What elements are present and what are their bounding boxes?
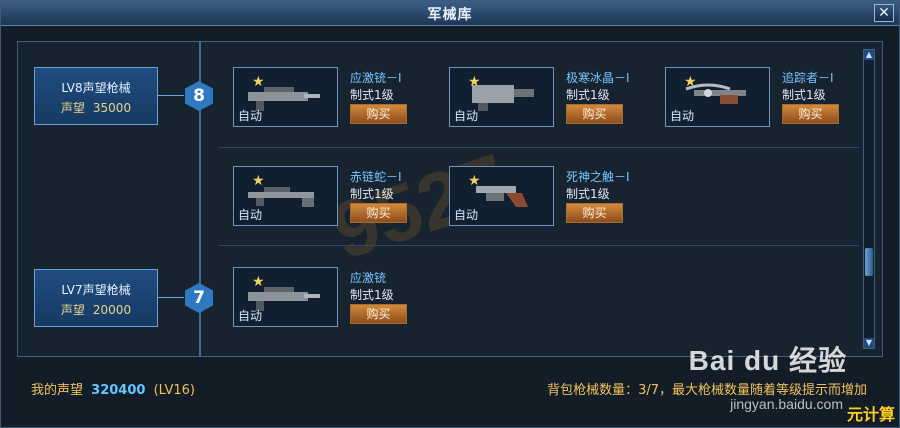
scroll-down-icon[interactable]: ▼ xyxy=(864,338,874,348)
rank-title: LV8声望枪械 xyxy=(61,81,131,95)
corner-logo: 元计算 xyxy=(846,405,895,424)
connector-line xyxy=(158,297,184,298)
rank-box-lv8: LV8声望枪械 声望 35000 xyxy=(34,67,158,125)
rank-reputation: 声望 35000 xyxy=(60,101,132,115)
rank-title: LV7声望枪械 xyxy=(61,283,131,297)
my-level: (LV16) xyxy=(153,383,195,398)
weapon-thumbnail[interactable]: ★ 自动 xyxy=(233,67,338,127)
vertical-scrollbar[interactable]: ▲ ▼ xyxy=(863,49,875,349)
weapon-name: 应激铳 xyxy=(350,271,387,285)
weapon-rank: 制式1级 xyxy=(350,288,394,302)
baidu-url-watermark: jingyan.baidu.com xyxy=(730,396,843,412)
auto-badge: 自动 xyxy=(238,309,263,323)
weapon-name: 追踪者－I xyxy=(782,71,834,85)
scroll-thumb[interactable] xyxy=(865,248,873,276)
auto-badge: 自动 xyxy=(454,109,479,123)
scroll-up-icon[interactable]: ▲ xyxy=(864,50,874,60)
weapon-thumbnail[interactable]: ★ 自动 xyxy=(449,166,554,226)
weapon-thumbnail[interactable]: ★ 自动 xyxy=(665,67,770,127)
buy-button[interactable]: 购买 xyxy=(782,104,839,124)
weapon-thumbnail[interactable]: ★ 自动 xyxy=(233,166,338,226)
weapon-card[interactable]: ★ 自动 赤链蛇－I 制式1级 购买 xyxy=(233,166,448,226)
window-title: 军械库 xyxy=(427,7,473,23)
buy-button[interactable]: 购买 xyxy=(566,104,623,124)
weapon-rank: 制式1级 xyxy=(566,187,610,201)
weapon-rank: 制式1级 xyxy=(782,88,826,102)
weapon-name: 极寒冰晶－I xyxy=(566,71,630,85)
buy-button[interactable]: 购买 xyxy=(350,203,407,223)
weapon-thumbnail[interactable]: ★ 自动 xyxy=(449,67,554,127)
weapon-name: 死神之触－I xyxy=(566,170,630,184)
auto-badge: 自动 xyxy=(238,208,263,222)
auto-badge: 自动 xyxy=(670,109,695,123)
connector-line xyxy=(158,95,184,96)
rank-reputation: 声望 20000 xyxy=(60,303,132,317)
row-divider xyxy=(219,147,859,148)
weapon-card[interactable]: ★ 自动 追踪者－I 制式1级 购买 xyxy=(665,67,880,127)
armory-window: 军械库 ✕ 9527 LV8声望枪械 声望 35000 8 LV7声望枪械 声望 2… xyxy=(0,0,900,428)
baidu-watermark: Bai du 经验 xyxy=(688,345,847,376)
rank-box-lv7: LV7声望枪械 声望 20000 xyxy=(34,269,158,327)
weapon-name: 应激铳－I xyxy=(350,71,402,85)
weapon-name: 赤链蛇－I xyxy=(350,170,402,184)
auto-badge: 自动 xyxy=(238,109,263,123)
weapon-card[interactable]: ★ 自动 死神之触－I 制式1级 购买 xyxy=(449,166,664,226)
row-divider xyxy=(219,245,859,246)
buy-button[interactable]: 购买 xyxy=(566,203,623,223)
close-button[interactable]: ✕ xyxy=(874,4,894,22)
my-reputation: 我的声望 320400 (LV16) xyxy=(31,379,195,398)
weapon-card[interactable]: ★ 自动 应激铳－I 制式1级 购买 xyxy=(233,67,448,127)
my-reputation-value: 320400 xyxy=(91,383,146,398)
weapon-thumbnail[interactable]: ★ 自动 xyxy=(233,267,338,327)
my-reputation-label: 我的声望 xyxy=(31,383,84,398)
weapon-card[interactable]: ★ 自动 应激铳 制式1级 购买 xyxy=(233,267,448,327)
title-bar: 军械库 ✕ xyxy=(1,1,899,26)
auto-badge: 自动 xyxy=(454,208,479,222)
weapon-rank: 制式1级 xyxy=(566,88,610,102)
weapon-rank: 制式1级 xyxy=(350,187,394,201)
weapon-card[interactable]: ★ 自动 极寒冰晶－I 制式1级 购买 xyxy=(449,67,664,127)
buy-button[interactable]: 购买 xyxy=(350,104,407,124)
buy-button[interactable]: 购买 xyxy=(350,304,407,324)
weapon-rank: 制式1级 xyxy=(350,88,394,102)
